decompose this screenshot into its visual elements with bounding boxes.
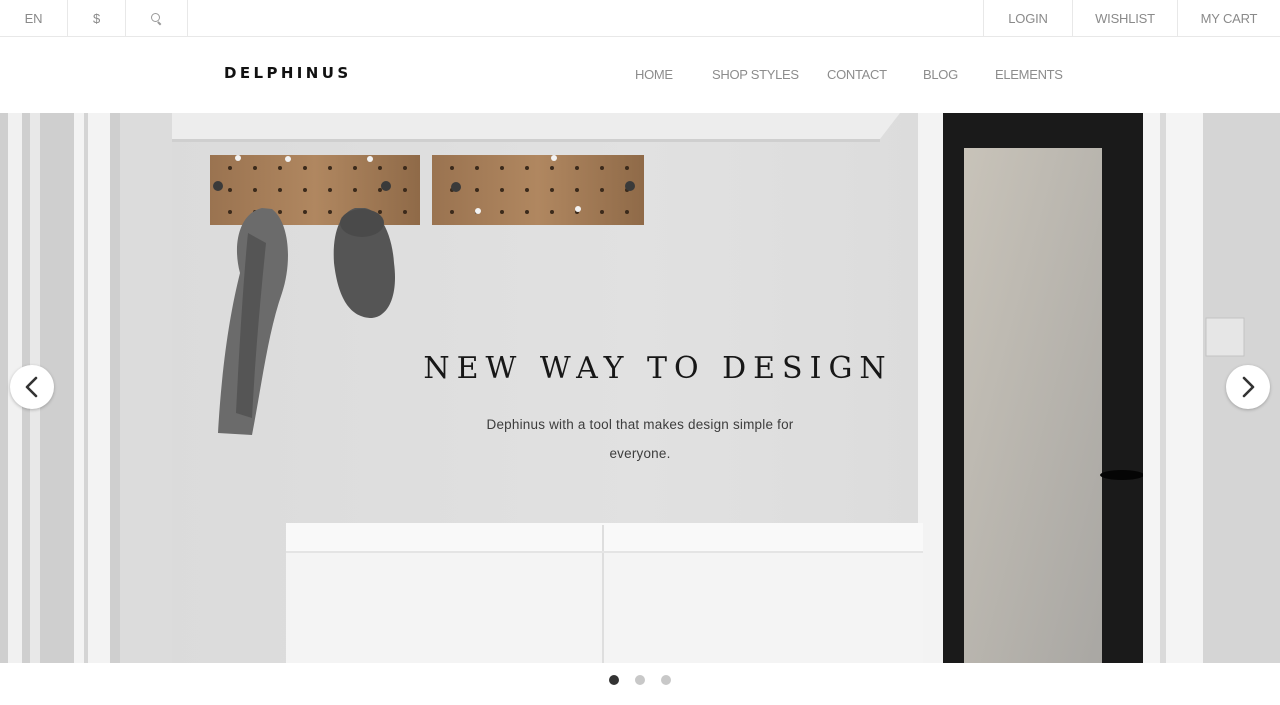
- top-utility-bar: EN $ LOGIN WISHLIST MY CART: [0, 0, 1280, 37]
- site-logo[interactable]: DELPHINUS: [224, 64, 352, 82]
- currency-selector[interactable]: $: [68, 0, 126, 37]
- chevron-left-icon: [25, 376, 38, 398]
- login-link[interactable]: LOGIN: [983, 0, 1072, 37]
- hero-background-image: [0, 113, 1280, 663]
- chevron-right-icon: [1242, 376, 1255, 398]
- search-icon: [151, 13, 162, 24]
- slide-dot-2[interactable]: [635, 675, 645, 685]
- nav-home[interactable]: HOME: [635, 67, 673, 82]
- wishlist-link[interactable]: WISHLIST: [1072, 0, 1177, 37]
- cart-link[interactable]: MY CART: [1177, 0, 1280, 37]
- nav-contact[interactable]: CONTACT: [827, 67, 887, 82]
- nav-shop-styles[interactable]: SHOP STYLES: [712, 67, 799, 82]
- cart-label: MY CART: [1200, 11, 1258, 26]
- hero-subtitle: Dephinus with a tool that makes design s…: [486, 417, 794, 461]
- language-selector[interactable]: EN: [0, 0, 68, 37]
- hero-title: NEW WAY TO DESIGN: [0, 351, 1280, 386]
- slide-dot-1[interactable]: [609, 675, 619, 685]
- nav-elements[interactable]: ELEMENTS: [995, 67, 1063, 82]
- slide-dot-3[interactable]: [661, 675, 671, 685]
- hero-slider: NEW WAY TO DESIGN Dephinus with a tool t…: [0, 113, 1280, 663]
- nav-blog[interactable]: BLOG: [923, 67, 958, 82]
- site-header: DELPHINUS HOME SHOP STYLES CONTACT BLOG …: [0, 37, 1280, 113]
- currency-label: $: [92, 11, 101, 26]
- slider-pagination: [0, 675, 1280, 685]
- wishlist-label: WISHLIST: [1095, 11, 1155, 26]
- login-label: LOGIN: [1008, 11, 1048, 26]
- language-label: EN: [24, 11, 43, 26]
- hero-title-text: NEW WAY TO DESIGN: [423, 351, 893, 386]
- next-slide-button[interactable]: [1226, 365, 1270, 409]
- search-button[interactable]: [126, 0, 188, 37]
- prev-slide-button[interactable]: [10, 365, 54, 409]
